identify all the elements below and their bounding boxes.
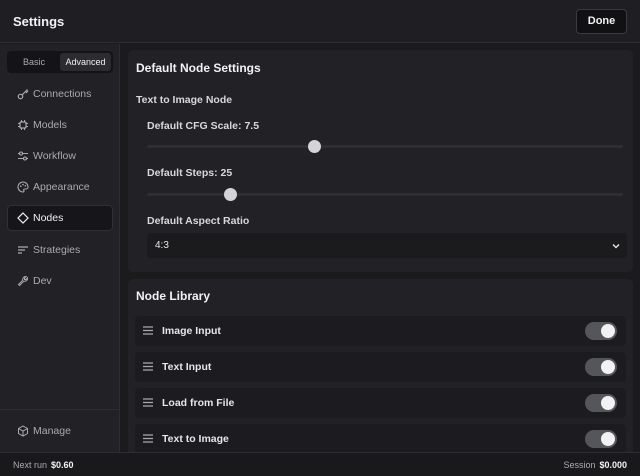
subsection-title: Text to Image Node xyxy=(136,94,233,106)
node-library-card: Node Library Image Input Text Input Load… xyxy=(128,279,633,452)
sidebar-item-label: Models xyxy=(33,119,67,131)
tab-basic[interactable]: Basic xyxy=(9,53,59,71)
drag-handle-icon[interactable] xyxy=(143,398,153,407)
library-item-label: Load from File xyxy=(162,397,235,409)
library-item-label: Text to Image xyxy=(162,433,229,445)
sidebar-item-label: Workflow xyxy=(33,150,76,162)
next-run-cost: Next run $0.60 xyxy=(13,460,74,470)
toggle-knob xyxy=(601,396,615,410)
wrench-icon xyxy=(17,275,29,287)
steps-slider[interactable] xyxy=(147,187,623,201)
sidebar-item-appearance[interactable]: Appearance xyxy=(7,174,113,200)
diamond-icon xyxy=(17,212,29,224)
drag-handle-icon[interactable] xyxy=(143,362,153,371)
sidebar-item-workflow[interactable]: Workflow xyxy=(7,143,113,169)
section-title: Node Library xyxy=(136,289,211,303)
cfg-scale-slider[interactable] xyxy=(147,139,623,153)
tab-advanced[interactable]: Advanced xyxy=(60,53,111,71)
sidebar-item-label: Strategies xyxy=(33,244,81,256)
aspect-ratio-select[interactable]: 4:3 xyxy=(147,233,627,258)
drag-handle-icon[interactable] xyxy=(143,326,153,335)
sidebar-item-strategies[interactable]: Strategies xyxy=(7,237,113,263)
next-run-value: $0.60 xyxy=(51,460,74,470)
sidebar: Basic Advanced Connections Models Workfl… xyxy=(0,44,120,452)
library-row: Image Input xyxy=(135,316,626,346)
slider-track xyxy=(147,193,623,196)
done-button[interactable]: Done xyxy=(576,9,627,34)
cube-icon xyxy=(18,425,28,437)
lines-icon xyxy=(18,246,28,254)
library-row: Load from File xyxy=(135,388,626,418)
next-run-label: Next run xyxy=(13,460,48,470)
enable-toggle[interactable] xyxy=(585,430,617,448)
library-row: Text to Image xyxy=(135,424,626,452)
mode-switch: Basic Advanced xyxy=(7,51,113,73)
sidebar-item-connections[interactable]: Connections xyxy=(7,81,113,107)
library-item-label: Image Input xyxy=(162,325,221,337)
palette-icon xyxy=(17,181,29,193)
sidebar-divider xyxy=(0,409,119,410)
sidebar-item-label: Dev xyxy=(33,275,52,287)
cfg-scale-label: Default CFG Scale: 7.5 xyxy=(147,120,260,132)
chevron-down-icon xyxy=(612,244,620,249)
sidebar-item-nodes[interactable]: Nodes xyxy=(7,205,113,231)
session-label: Session xyxy=(563,460,596,470)
aspect-ratio-label: Default Aspect Ratio xyxy=(147,215,250,227)
aspect-ratio-value: 4:3 xyxy=(155,240,169,251)
enable-toggle[interactable] xyxy=(585,322,617,340)
sliders-icon xyxy=(18,151,28,161)
slider-thumb[interactable] xyxy=(307,140,321,153)
sidebar-item-label: Nodes xyxy=(33,212,64,224)
toggle-knob xyxy=(601,432,615,446)
sidebar-item-dev[interactable]: Dev xyxy=(7,268,113,294)
enable-toggle[interactable] xyxy=(585,358,617,376)
header-bar: Settings Done xyxy=(0,0,640,43)
steps-label: Default Steps: 25 xyxy=(147,167,233,179)
toggle-knob xyxy=(601,360,615,374)
key-icon xyxy=(17,89,29,100)
window-title: Settings xyxy=(13,14,65,29)
sidebar-item-label: Manage xyxy=(33,425,71,437)
toggle-knob xyxy=(601,324,615,338)
section-title: Default Node Settings xyxy=(136,61,261,75)
default-node-settings-card: Default Node Settings Text to Image Node… xyxy=(128,50,633,272)
sidebar-item-models[interactable]: Models xyxy=(7,112,113,138)
slider-thumb[interactable] xyxy=(224,188,238,201)
sidebar-item-manage[interactable]: Manage xyxy=(7,418,113,444)
session-value: $0.000 xyxy=(599,460,627,470)
status-footer: Next run $0.60 Session $0.000 xyxy=(0,452,640,476)
enable-toggle[interactable] xyxy=(585,394,617,412)
settings-content: Default Node Settings Text to Image Node… xyxy=(121,44,640,452)
library-row: Text Input xyxy=(135,352,626,382)
session-cost: Session $0.000 xyxy=(563,460,627,470)
slider-track xyxy=(147,145,623,148)
chip-icon xyxy=(18,120,28,130)
sidebar-item-label: Appearance xyxy=(33,181,90,193)
library-item-label: Text Input xyxy=(162,361,212,373)
drag-handle-icon[interactable] xyxy=(143,434,153,443)
sidebar-item-label: Connections xyxy=(33,88,92,100)
